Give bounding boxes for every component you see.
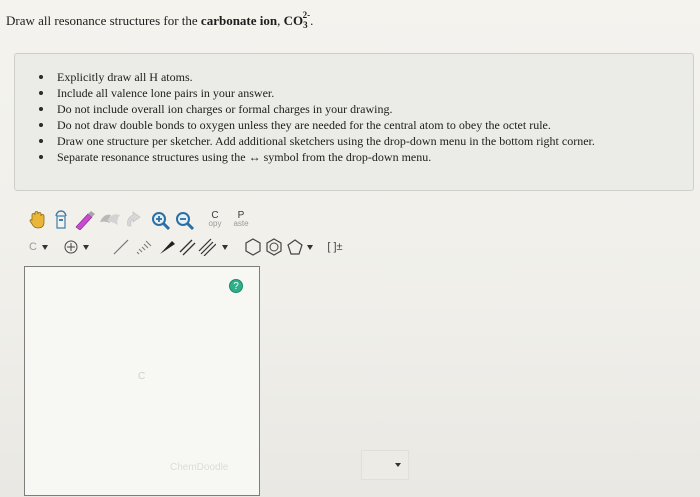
bullet-icon xyxy=(39,155,43,159)
hand-icon[interactable] xyxy=(28,210,46,230)
copy-button[interactable]: C opy xyxy=(204,209,226,231)
chevron-down-icon[interactable] xyxy=(220,241,230,253)
triple-bond-icon[interactable] xyxy=(197,237,217,257)
formula-sub: 3 xyxy=(303,20,308,30)
toolbar-row-1: C opy P aste xyxy=(24,208,430,232)
zoom-in-icon[interactable] xyxy=(151,211,171,231)
cyclohexane-icon[interactable] xyxy=(243,237,263,257)
question-bold: carbonate ion xyxy=(200,13,278,28)
add-sketcher-dropdown[interactable] xyxy=(361,450,409,480)
formula-base: CO xyxy=(283,13,304,28)
formula: CO32- xyxy=(283,10,311,30)
chevron-down-icon xyxy=(395,463,401,467)
wedge-bond-icon[interactable] xyxy=(157,237,177,257)
hashed-bond-icon[interactable] xyxy=(134,237,154,257)
lasso-icon[interactable] xyxy=(74,210,96,230)
instruction-item: Include all valence lone pairs in your a… xyxy=(39,85,595,101)
zoom-out-icon[interactable] xyxy=(175,211,195,231)
instruction-item: Do not draw double bonds to oxygen unles… xyxy=(39,117,595,133)
instructions-list: Explicitly draw all H atoms. Include all… xyxy=(39,69,595,165)
bullet-icon xyxy=(39,139,43,143)
benzene-icon[interactable] xyxy=(264,237,284,257)
single-bond-icon[interactable] xyxy=(111,237,131,257)
instruction-text: Explicitly draw all H atoms. xyxy=(57,70,193,84)
cyclopentane-icon[interactable] xyxy=(285,237,305,257)
bullet-icon xyxy=(39,123,43,127)
instruction-text: Include all valence lone pairs in your a… xyxy=(57,86,275,100)
bullet-icon xyxy=(39,91,43,95)
help-icon[interactable]: ? xyxy=(229,279,243,293)
chemdoodle-button[interactable]: ChemDoodle xyxy=(170,462,228,473)
clear-icon[interactable] xyxy=(98,210,122,230)
eraser-icon[interactable] xyxy=(52,209,70,231)
formula-sup: 2- xyxy=(302,10,311,20)
instructions-panel: Explicitly draw all H atoms. Include all… xyxy=(14,53,694,191)
question-prefix: Draw all resonance structures for the xyxy=(6,13,198,28)
paste-button[interactable]: P aste xyxy=(229,209,253,231)
instruction-text: Do not include overall ion charges or fo… xyxy=(57,102,393,116)
double-bond-icon[interactable] xyxy=(177,237,197,257)
question-text: Draw all resonance structures for the ca… xyxy=(6,10,313,30)
instruction-item: Separate resonance structures using the … xyxy=(39,149,595,165)
instruction-item: Do not include overall ion charges or fo… xyxy=(39,101,595,117)
undo-icon[interactable] xyxy=(124,210,144,230)
instruction-text: Separate resonance structures using the … xyxy=(57,150,432,164)
charge-brackets-button[interactable]: [ ]± xyxy=(323,238,347,256)
chevron-down-icon[interactable] xyxy=(305,241,315,253)
chevron-down-icon[interactable] xyxy=(40,241,50,253)
question-sep: , xyxy=(277,13,281,28)
paste-label: aste xyxy=(233,219,249,228)
instruction-item: Draw one structure per sketcher. Add add… xyxy=(39,133,595,149)
atom-carbon-button[interactable]: C xyxy=(27,238,39,256)
add-charge-icon[interactable] xyxy=(63,238,79,256)
copy-label: opy xyxy=(208,219,222,228)
toolbar-row-2: C []± xyxy=(24,235,430,259)
bullet-icon xyxy=(39,107,43,111)
sketcher-toolbar: C opy P aste C []± xyxy=(24,205,431,256)
instruction-text: Draw one structure per sketcher. Add add… xyxy=(57,134,595,148)
bullet-icon xyxy=(39,75,43,79)
chevron-down-icon[interactable] xyxy=(81,241,91,253)
canvas-carbon-label: C xyxy=(138,371,146,382)
question-period: . xyxy=(310,13,314,28)
instruction-text: Do not draw double bonds to oxygen unles… xyxy=(57,118,551,132)
instruction-item: Explicitly draw all H atoms. xyxy=(39,69,595,85)
help-label: ? xyxy=(233,280,239,292)
